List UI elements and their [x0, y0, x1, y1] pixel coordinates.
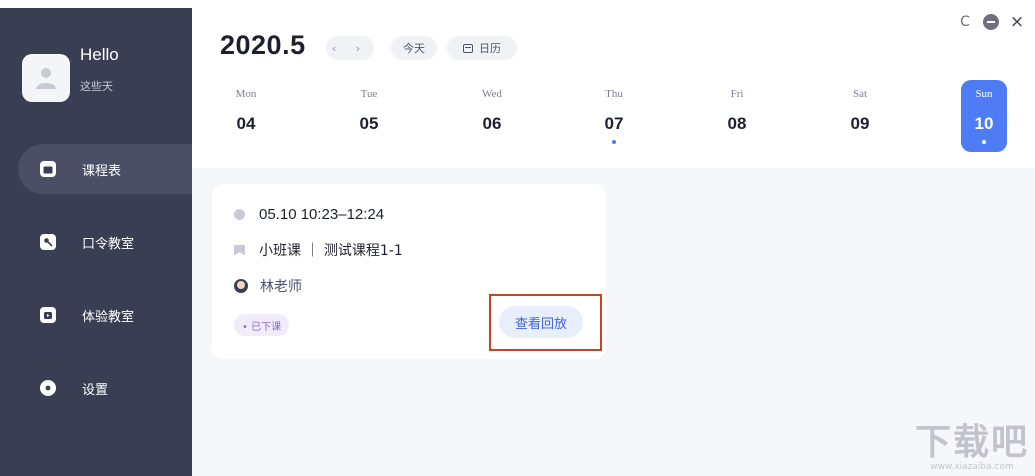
- day-name: Tue: [360, 88, 378, 100]
- week-strip: Mon 04 Tue 05 Wed 06 Thu 07 Fri 08 Sat 0…: [192, 80, 1035, 160]
- event-dot: [982, 140, 986, 144]
- greeting: Hello: [80, 45, 119, 64]
- watermark-text: 下载吧: [914, 422, 1029, 463]
- course-name: 小班课 ｜ 测试课程1-1: [259, 243, 403, 259]
- day-mon[interactable]: Mon 04: [223, 80, 269, 152]
- status-badge: • 已下课: [234, 314, 290, 336]
- day-number: 06: [482, 114, 502, 133]
- sidebar-item-label: 体验教室: [82, 309, 135, 325]
- watermark-url: www.xiazaiba.com: [930, 462, 1014, 472]
- sidebar-item-password-classroom[interactable]: 口令教室: [18, 217, 192, 267]
- day-thu[interactable]: Thu 07: [591, 80, 637, 152]
- prev-next-button[interactable]: ‹ ›: [326, 36, 374, 60]
- sidebar-item-label: 口令教室: [82, 236, 135, 252]
- calendar-button-label: 日历: [479, 42, 501, 55]
- day-name: Sun: [975, 88, 993, 100]
- course-card[interactable]: 05.10 10:23–12:24 小班课 ｜ 测试课程1-1 林老师 • 已下…: [212, 184, 606, 359]
- course-time: 05.10 10:23–12:24: [259, 206, 385, 223]
- avatar[interactable]: [22, 54, 70, 102]
- calendar-button[interactable]: 日历: [447, 36, 517, 60]
- day-number: 05: [359, 114, 379, 133]
- user-icon: [36, 68, 56, 89]
- close-icon[interactable]: ×: [1009, 12, 1025, 32]
- day-name: Wed: [482, 88, 502, 100]
- sidebar-item-schedule[interactable]: 课程表: [18, 144, 192, 194]
- refresh-icon[interactable]: C: [957, 14, 973, 30]
- sidebar-item-label: 课程表: [82, 163, 122, 179]
- video-icon: [40, 307, 56, 323]
- calendar-icon: [40, 161, 56, 177]
- key-icon: [40, 234, 56, 250]
- teacher-name: 林老师: [260, 279, 302, 295]
- month-title: 2020.5: [220, 30, 306, 60]
- watermark-logo: 下载吧 www.xiazaiba.com: [914, 422, 1029, 473]
- day-name: Mon: [235, 88, 257, 100]
- day-wed[interactable]: Wed 06: [469, 80, 515, 152]
- sidebar-item-label: 设置: [82, 382, 109, 398]
- teacher-avatar-icon: [234, 279, 248, 293]
- teacher-row: 林老师: [234, 276, 302, 296]
- day-name: Thu: [605, 88, 623, 100]
- sidebar-item-settings[interactable]: 设置: [18, 363, 192, 413]
- sidebar: Hello 这些天 课程表 口令教室 体验教室 设置: [0, 8, 192, 476]
- day-number: 07: [604, 114, 624, 133]
- course-time-row: 05.10 10:23–12:24: [234, 206, 384, 223]
- window-controls: C ×: [957, 12, 1025, 32]
- gear-icon: [40, 380, 56, 396]
- minimize-icon[interactable]: [983, 14, 999, 30]
- header: 2020.5 ‹ › 今天 日历 C × Mon 04 Tue 05 Wed 0…: [192, 8, 1035, 168]
- bookmark-icon: [234, 244, 245, 256]
- day-number: 08: [727, 114, 747, 133]
- course-name-row: 小班课 ｜ 测试课程1-1: [234, 240, 403, 260]
- day-fri[interactable]: Fri 08: [714, 80, 760, 152]
- event-dot: [612, 140, 616, 144]
- greeting-subtitle: 这些天: [80, 80, 113, 93]
- view-replay-button[interactable]: 查看回放: [499, 306, 583, 338]
- day-number: 10: [974, 114, 994, 133]
- day-tue[interactable]: Tue 05: [346, 80, 392, 152]
- day-name: Fri: [730, 88, 744, 100]
- day-number: 04: [236, 114, 256, 133]
- day-sun[interactable]: Sun 10: [961, 80, 1007, 152]
- day-number: 09: [850, 114, 870, 133]
- today-button[interactable]: 今天: [391, 36, 437, 60]
- day-sat[interactable]: Sat 09: [837, 80, 883, 152]
- sidebar-item-trial-classroom[interactable]: 体验教室: [18, 290, 192, 340]
- main-area: 2020.5 ‹ › 今天 日历 C × Mon 04 Tue 05 Wed 0…: [192, 8, 1035, 476]
- clock-icon: [234, 209, 245, 220]
- calendar-icon: [463, 43, 473, 53]
- day-name: Sat: [852, 88, 868, 100]
